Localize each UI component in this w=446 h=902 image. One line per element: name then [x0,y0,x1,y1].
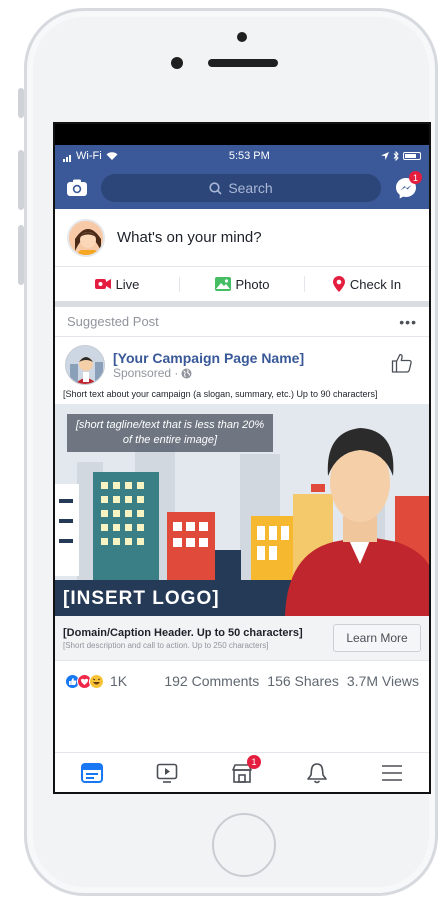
like-icon[interactable] [391,353,413,373]
photo-button[interactable]: Photo [179,276,304,292]
top-nav-bar: Search 1 [55,167,429,209]
photo-label: Photo [235,276,270,292]
link-preview[interactable]: [Domain/Caption Header. Up to 50 charact… [55,616,429,661]
link-header: [Domain/Caption Header. Up to 50 charact… [63,626,303,639]
carrier-label: Wi-Fi [76,150,102,162]
photo-icon [214,277,231,291]
status-bar: Wi-Fi 5:53 PM [55,145,429,167]
wifi-icon [106,151,118,160]
ad-creative-image[interactable]: [short tagline/text that is less than 20… [55,404,429,616]
notifications-icon [306,762,327,783]
earpiece-speaker [208,59,278,67]
reactions-count: 1K [110,673,128,689]
views-count: 3.7M Views [346,673,419,689]
home-button[interactable] [212,813,276,877]
location-pin-icon [332,276,345,292]
post-more-button[interactable]: ••• [399,314,417,330]
ad-logo-placeholder: [INSERT LOGO] [55,582,275,616]
haha-reaction-icon [89,673,104,689]
post-body-text: [Short text about your campaign (a sloga… [63,389,378,399]
post-stats: 1K 192 Comments 156 Shares 3.7M Views [55,661,429,701]
checkin-button[interactable]: Check In [304,276,429,292]
silent-switch [18,88,24,118]
marketplace-badge: 1 [246,754,261,769]
screen-top-bezel [55,124,429,145]
volume-down-button [18,225,24,285]
search-icon [209,181,222,195]
suggested-post-label: Suggested Post [67,314,159,329]
menu-icon [381,764,402,781]
post-section-header: Suggested Post ••• [55,307,429,337]
search-input[interactable]: Search [101,174,381,202]
camera-icon [67,179,87,196]
volume-up-button [18,150,24,210]
bluetooth-icon [393,151,399,161]
sponsored-row: Sponsored · [113,366,304,380]
live-video-icon [94,279,111,289]
checkin-label: Check In [349,276,402,292]
tab-news-feed[interactable] [78,759,106,787]
camera-button[interactable] [63,174,91,202]
live-label: Live [115,276,140,292]
composer-actions: Live Photo Check In [55,267,429,307]
phone-screen: Wi-Fi 5:53 PM Search 1 What's on your mi… [53,122,431,794]
shares-count[interactable]: 156 Shares [267,673,339,689]
battery-icon [403,152,421,160]
location-arrow-icon [381,152,389,160]
composer-prompt: What's on your mind? [117,229,262,246]
page-name-link[interactable]: [Your Campaign Page Name] [113,350,304,366]
bottom-tab-bar: 1 [55,752,429,792]
tab-menu[interactable] [378,759,406,787]
tab-marketplace[interactable]: 1 [228,754,261,787]
signal-icon [63,150,72,162]
reactions-summary[interactable]: 1K [65,673,127,689]
page-avatar[interactable] [65,345,105,385]
live-button[interactable]: Live [55,277,179,292]
messenger-badge: 1 [409,171,422,184]
ad-tagline: [short tagline/text that is less than 20… [67,414,273,452]
link-description: [Short description and call to action. U… [63,640,269,650]
globe-icon [181,368,192,378]
front-camera [171,57,183,69]
watch-icon [156,763,178,783]
status-time: 5:53 PM [228,150,270,162]
post-author-row: [Your Campaign Page Name] Sponsored · [55,337,429,387]
tab-notifications[interactable] [303,759,331,787]
messenger-button[interactable]: 1 [391,171,422,202]
learn-more-button[interactable]: Learn More [333,624,421,652]
proximity-sensor [237,32,247,42]
comments-count[interactable]: 192 Comments [164,673,259,689]
status-composer[interactable]: What's on your mind? [55,209,429,267]
news-feed-icon [81,762,104,783]
sponsored-label: Sponsored · [113,366,179,380]
tab-watch[interactable] [153,759,181,787]
user-avatar [67,218,105,257]
search-placeholder: Search [228,180,273,196]
